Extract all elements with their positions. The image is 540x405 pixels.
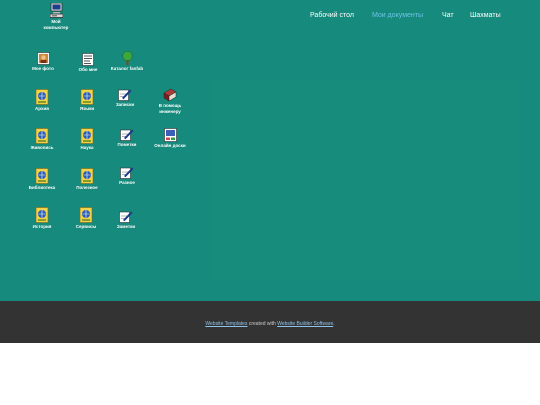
desktop-area: Рабочий стол Мои документы Чат Шахматы М… — [0, 0, 540, 301]
computer-icon — [49, 3, 63, 18]
folder-globe-icon — [80, 89, 94, 105]
folder-globe-icon — [35, 207, 49, 223]
desktop-icon-history[interactable]: История — [25, 207, 59, 230]
desktop-icon-library[interactable]: Библиотека — [25, 168, 59, 191]
desktop-icon-my-photo[interactable]: Мое фото — [26, 52, 60, 72]
note-pencil-icon — [118, 89, 132, 101]
folder-globe-icon — [80, 128, 94, 144]
folder-globe-icon — [79, 207, 93, 223]
footer-link-builder[interactable]: Website Builder Software — [277, 321, 333, 327]
icon-label: Записки — [115, 102, 135, 107]
folder-globe-icon — [35, 89, 49, 105]
folder-globe-icon — [80, 168, 94, 184]
desktop-icon-marks[interactable]: Пометки — [110, 128, 144, 148]
desktop-icon-catalog[interactable]: Каталог fanfab — [110, 51, 144, 72]
tree-icon — [121, 51, 133, 65]
desktop-icon-useful[interactable]: Полезное — [70, 168, 104, 191]
icon-label: Разное — [119, 180, 135, 185]
icon-label: В помощь инженеру — [158, 103, 182, 114]
footer-text-mid: created with — [247, 321, 278, 327]
note-pencil-icon — [119, 211, 133, 223]
desktop-icon-my-computer[interactable]: Мой компьютер — [39, 3, 73, 30]
nav-chat[interactable]: Чат — [442, 12, 454, 19]
desktop-icon-archive[interactable]: Архив — [25, 89, 59, 112]
nav-chess[interactable]: Шахматы — [470, 12, 501, 19]
desktop-icon-about-me[interactable]: Обо мне — [71, 53, 105, 73]
footer: Website Templates created with Website B… — [0, 301, 540, 343]
folder-globe-icon — [35, 168, 49, 184]
desktop-icon-painting[interactable]: Живопись — [25, 128, 59, 151]
footer-text-end: . — [333, 321, 335, 327]
nav-desktop[interactable]: Рабочий стол — [310, 12, 354, 19]
desktop-icon-misc[interactable]: Разное — [110, 166, 144, 186]
desktop-icon-engineer-help[interactable]: В помощь инженеру — [153, 88, 187, 114]
icon-label: Заметки — [116, 224, 136, 229]
icon-label: Архив — [35, 106, 49, 111]
nav-my-documents[interactable]: Мои документы — [372, 12, 423, 19]
board-icon — [163, 128, 177, 142]
icon-label: Пометки — [117, 142, 137, 147]
icon-label: Наука — [80, 145, 94, 150]
icon-label: Онлайн доски — [154, 143, 186, 148]
desktop-icon-languages[interactable]: Языки — [70, 89, 104, 112]
icon-label: История — [32, 224, 52, 229]
footer-link-templates[interactable]: Website Templates — [205, 321, 247, 327]
icon-label: Сервисы — [75, 224, 97, 229]
desktop-icon-science[interactable]: Наука — [70, 128, 104, 151]
icon-label: Живопись — [30, 145, 54, 150]
icon-label: Каталог fanfab — [110, 66, 144, 71]
icon-label: Библиотека — [28, 185, 56, 190]
icon-label: Языки — [79, 106, 95, 111]
desktop-icon-notes-2[interactable]: Заметки — [109, 210, 143, 230]
icon-label: Мое фото — [32, 66, 54, 71]
icon-label: Обо мне — [78, 67, 98, 72]
folder-globe-icon — [35, 128, 49, 144]
icon-label: Мой компьютер — [43, 19, 69, 30]
desktop-icon-online-boards[interactable]: Онлайн доски — [153, 128, 187, 149]
document-icon — [82, 53, 94, 66]
desktop-icon-notes-1[interactable]: Записки — [108, 88, 142, 108]
icon-label: Полезное — [76, 185, 98, 190]
note-pencil-icon — [120, 167, 134, 179]
desktop-icon-services[interactable]: Сервисы — [69, 207, 103, 230]
note-pencil-icon — [120, 129, 134, 141]
footer-credit: Website Templates created with Website B… — [0, 321, 540, 327]
book-icon — [163, 88, 177, 102]
photo-icon — [36, 52, 50, 65]
